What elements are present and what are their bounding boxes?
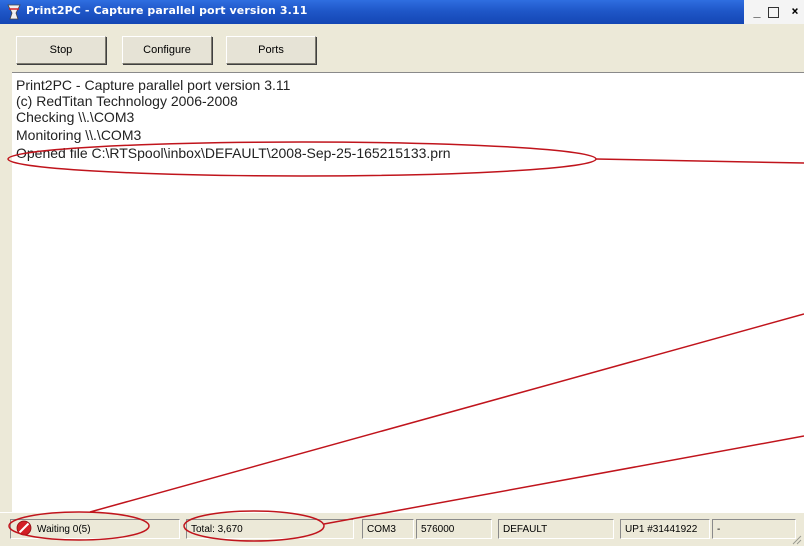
status-profile: DEFAULT [498,519,614,539]
printer-arrow-icon [7,4,21,20]
status-baud: 576000 [416,519,492,539]
window-controls: _ × [744,0,804,24]
window-title: Print2PC - Capture parallel port version… [26,4,308,17]
stop-icon [16,520,32,536]
log-line: Print2PC - Capture parallel port version… [16,77,291,93]
status-bar: Waiting 0(5) Total: 3,670 COM3 576000 DE… [0,512,804,546]
status-waiting: Waiting 0(5) [10,519,180,539]
resize-grip-icon[interactable] [790,533,802,545]
app-window: Print2PC - Capture parallel port version… [0,0,804,546]
status-up: UP1 #31441922 [620,519,710,539]
close-button[interactable]: × [788,4,802,18]
ports-button[interactable]: Ports [226,36,316,64]
log-line: (c) RedTitan Technology 2006-2008 [16,93,238,109]
stop-button[interactable]: Stop [16,36,106,64]
toolbar: Stop Configure Ports [0,24,804,72]
status-last: - [712,519,796,539]
minimize-button[interactable]: _ [750,4,764,18]
status-port: COM3 [362,519,414,539]
log-output[interactable]: Print2PC - Capture parallel port version… [12,72,804,513]
log-line: Checking \\.\COM3 [16,109,135,125]
title-bar[interactable]: Print2PC - Capture parallel port version… [0,0,804,24]
status-total: Total: 3,670 [186,519,354,539]
configure-button[interactable]: Configure [122,36,212,64]
maximize-button[interactable] [768,7,779,18]
log-line: Monitoring \\.\COM3 [16,127,142,143]
log-line-opened-file: Opened file C:\RTSpool\inbox\DEFAULT\200… [16,145,451,161]
